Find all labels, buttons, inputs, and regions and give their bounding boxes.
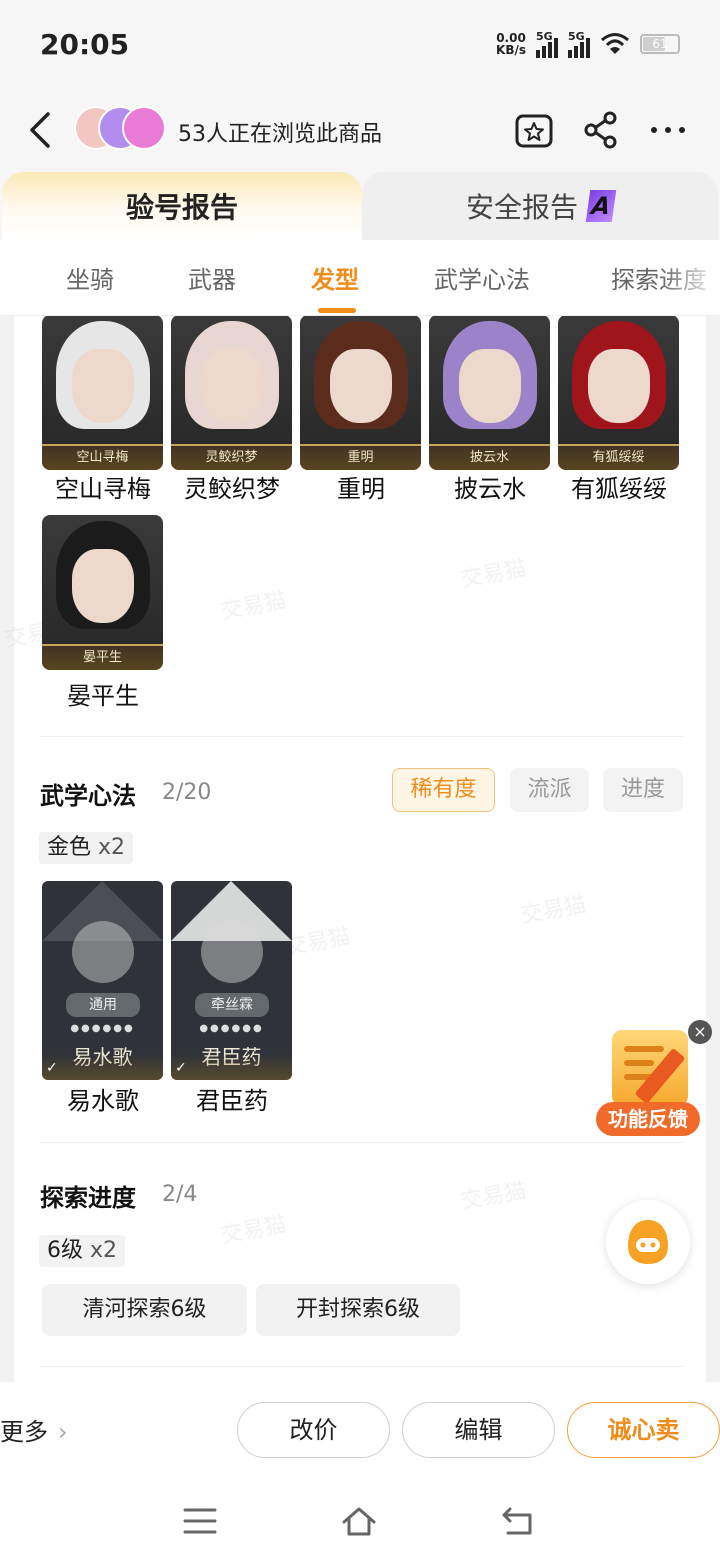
martial-arts-title: 武学心法 [40,782,136,810]
hairstyle-card[interactable]: 披云水 [429,316,550,470]
filter-progress[interactable]: 进度 [603,768,683,812]
horse-emblem-icon [72,921,134,983]
back-arrow-icon[interactable] [24,110,60,150]
filter-rarity[interactable]: 稀有度 [392,768,495,812]
tab-weapons[interactable]: 武器 [188,260,236,295]
signal-icon-2: 5G [568,30,590,58]
battery-icon: 61 [640,34,680,54]
signal-icon: 5G [536,30,558,58]
content-area: 交易猫 交易猫 交易猫 交易猫 交易猫 交易猫 交易猫 空山寻梅 灵鲛织梦 重明… [0,316,720,1382]
watermark: 交易猫 [518,892,589,929]
section-divider [40,1142,684,1143]
change-price-button[interactable]: 改价 [237,1402,390,1458]
favorite-star-icon[interactable] [514,110,554,150]
menu-icon[interactable] [182,1504,218,1538]
hairstyle-label: 披云水 [454,475,526,503]
report-card: 交易猫 交易猫 交易猫 交易猫 交易猫 交易猫 交易猫 空山寻梅 灵鲛织梦 重明… [3,316,706,1382]
system-nav-bar [0,1478,720,1563]
edit-button[interactable]: 编辑 [402,1402,555,1458]
check-icon: ✓ [175,1060,187,1076]
top-header: 53人正在浏览此商品 [0,92,720,172]
home-icon[interactable] [341,1504,377,1538]
viewer-avatars [74,106,166,152]
more-button[interactable]: 更多 › [0,1412,68,1447]
watermark: 交易猫 [218,1212,289,1249]
hairstyle-card[interactable]: 重明 [300,316,421,470]
rank-dots: ●●●●●● [70,1023,135,1034]
bottom-action-bar: 更多 › 改价 编辑 诚心卖 [0,1382,720,1478]
exploration-item: 开封探索6级 [256,1284,460,1336]
vase-emblem-icon [201,921,263,983]
gold-count-chip: 金色 x2 [39,832,134,864]
hairstyle-card[interactable]: 空山寻梅 [42,316,163,470]
filter-school[interactable]: 流派 [510,768,589,812]
chevron-right-icon: › [58,1418,68,1446]
avatar [122,106,166,150]
level-count-chip: 6级 x2 [39,1235,126,1267]
check-icon: ✓ [46,1060,58,1076]
viewer-count-text: 53人正在浏览此商品 [178,122,382,147]
hairstyle-label: 晏平生 [67,682,139,710]
hairstyle-label: 空山寻梅 [55,475,151,503]
tab-security-report[interactable]: 安全报告 A [362,172,718,240]
network-speed: 0.00 KB/s [496,31,526,57]
skill-card[interactable]: 牵丝霖 ●●●●●● 君臣药 ✓ [171,881,292,1080]
skill-label: 君臣药 [196,1087,268,1115]
exploration-count: 2/4 [162,1182,198,1207]
hairstyle-label: 有狐绥绥 [571,475,667,503]
tab-mounts[interactable]: 坐骑 [66,260,114,295]
tab-martial-arts[interactable]: 武学心法 [434,260,530,295]
more-options-icon[interactable] [648,110,688,150]
hairstyle-card[interactable]: 晏平生 [42,515,163,670]
active-tab-indicator [318,308,356,313]
section-divider [40,736,684,737]
exploration-item: 清河探索6级 [42,1284,247,1336]
share-icon[interactable] [582,110,622,150]
hairstyle-label: 重明 [337,475,385,503]
feedback-button[interactable]: 功能反馈 × [596,1020,712,1138]
section-divider [40,1366,684,1367]
watermark: 交易猫 [458,556,529,593]
report-tabs: 安全报告 A 验号报告 [0,172,720,240]
hairstyle-label: 灵鲛织梦 [184,475,280,503]
watermark: 交易猫 [282,924,353,961]
skill-card[interactable]: 通用 ●●●●●● 易水歌 ✓ [42,881,163,1080]
customer-service-button[interactable] [606,1200,690,1284]
category-tabs: 坐骑 武器 发型 武学心法 探索进度 [0,240,720,316]
status-bar: 20:05 0.00 KB/s 5G 5G 61 [0,0,720,92]
exploration-title: 探索进度 [40,1184,136,1212]
tab-verification-report[interactable]: 验号报告 [2,172,362,240]
skill-label: 易水歌 [67,1087,139,1115]
martial-arts-count: 2/20 [162,780,212,805]
back-icon[interactable] [500,1504,536,1538]
watermark: 交易猫 [218,588,289,625]
support-bot-icon [628,1220,668,1264]
tab-hairstyles[interactable]: 发型 [311,260,359,295]
status-time: 20:05 [40,28,130,61]
hairstyle-card[interactable]: 灵鲛织梦 [171,316,292,470]
a-grade-badge: A [585,190,617,222]
watermark: 交易猫 [458,1178,529,1215]
close-icon[interactable]: × [688,1020,712,1044]
hairstyle-card[interactable]: 有狐绥绥 [558,316,679,470]
status-icons: 0.00 KB/s 5G 5G 61 [496,30,680,58]
sincere-sell-button[interactable]: 诚心卖 [567,1402,720,1458]
rank-dots: ●●●●●● [199,1023,264,1034]
wifi-icon [601,33,629,54]
